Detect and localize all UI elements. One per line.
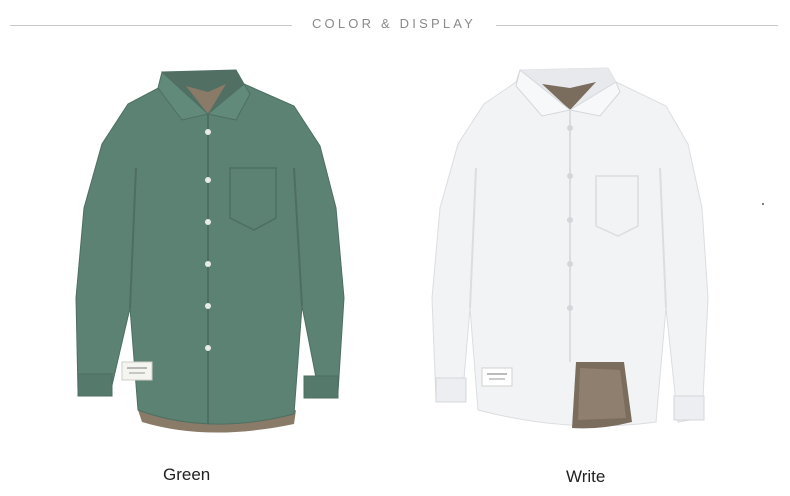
section-header: COLOR & DISPLAY — [0, 14, 790, 36]
decorative-dot — [762, 203, 764, 205]
white-shirt-illustration — [431, 67, 709, 429]
green-shirt-illustration — [75, 69, 345, 433]
product-image-green-shirt — [58, 58, 358, 438]
color-caption-green: Green — [163, 465, 211, 484]
header-rule-left — [10, 25, 292, 26]
header-rule-right — [496, 25, 778, 26]
section-title: COLOR & DISPLAY — [311, 16, 477, 31]
color-caption-white: Write — [566, 467, 606, 486]
product-image-white-shirt — [420, 58, 720, 438]
